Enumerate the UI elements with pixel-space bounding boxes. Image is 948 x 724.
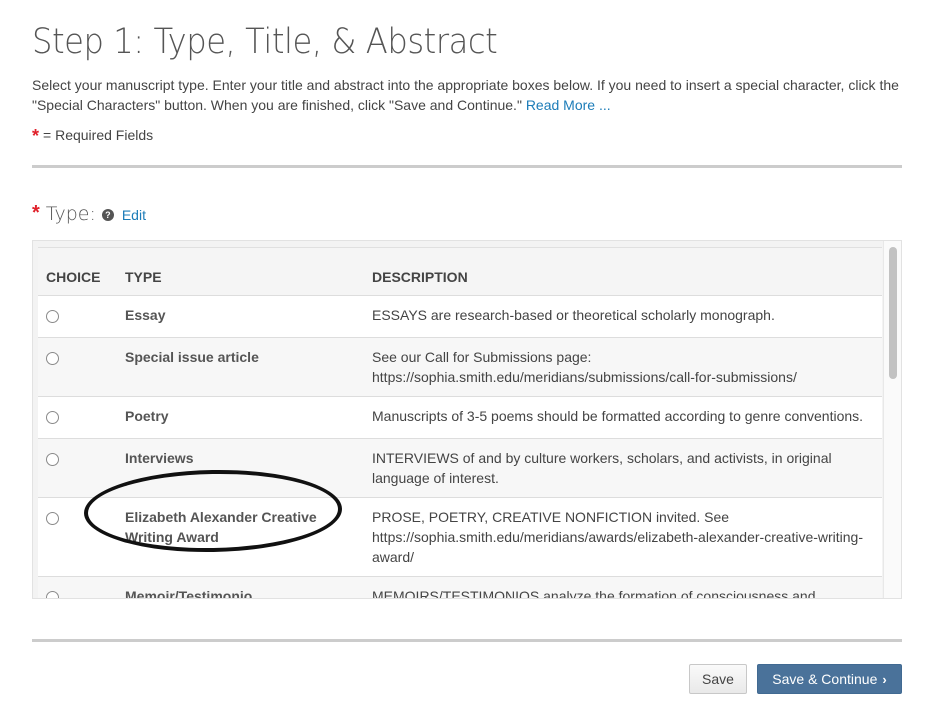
type-section-header: * Type: ? Edit	[32, 202, 146, 225]
read-more-link[interactable]: Read More ...	[526, 97, 611, 113]
choice-cell	[38, 295, 117, 338]
description-cell: INTERVIEWS of and by culture workers, sc…	[364, 438, 882, 498]
choice-cell	[38, 438, 117, 498]
divider-top	[32, 165, 902, 168]
column-header-choice: CHOICE	[38, 247, 117, 296]
choice-cell	[38, 396, 117, 439]
choice-cell	[38, 337, 117, 397]
description-cell: PROSE, POETRY, CREATIVE NONFICTION invit…	[364, 497, 882, 577]
type-cell: Poetry	[117, 396, 364, 439]
required-star-icon: *	[32, 202, 40, 224]
edit-type-link[interactable]: Edit	[122, 207, 146, 223]
save-button-label: Save	[702, 671, 734, 687]
choice-cell	[38, 576, 117, 598]
type-cell: Interviews	[117, 438, 364, 498]
type-cell: Special issue article	[117, 337, 364, 397]
table-header-row: CHOICE TYPE DESCRIPTION	[38, 247, 882, 296]
type-radio-button[interactable]	[46, 411, 59, 424]
description-cell: ESSAYS are research-based or theoretical…	[364, 295, 882, 338]
type-radio-button[interactable]	[46, 591, 59, 598]
type-cell: Elizabeth Alexander Creative Writing Awa…	[117, 497, 364, 577]
required-star-icon: *	[32, 126, 40, 146]
type-cell: Memoir/Testimonio	[117, 576, 364, 598]
save-continue-label: Save & Continue	[772, 671, 878, 687]
required-note-text: = Required Fields	[43, 127, 154, 143]
column-header-description: DESCRIPTION	[364, 247, 882, 296]
type-radio-button[interactable]	[46, 352, 59, 365]
type-cell: Essay	[117, 295, 364, 338]
divider-bottom	[32, 639, 902, 642]
manuscript-type-table: CHOICE TYPE DESCRIPTION Essay ESSAYS are…	[38, 247, 882, 598]
type-radio-button[interactable]	[46, 512, 59, 525]
scrollbar-thumb[interactable]	[889, 247, 897, 379]
column-header-type: TYPE	[117, 247, 364, 296]
description-cell: See our Call for Submissions page: https…	[364, 337, 882, 397]
description-cell: MEMOIRS/TESTIMONIOS analyze the formatio…	[364, 576, 882, 598]
choice-cell	[38, 497, 117, 577]
save-button[interactable]: Save	[689, 664, 747, 694]
table-row[interactable]: Memoir/Testimonio MEMOIRS/TESTIMONIOS an…	[38, 576, 882, 598]
description-cell: Manuscripts of 3-5 poems should be forma…	[364, 396, 882, 439]
table-scroll-area[interactable]: CHOICE TYPE DESCRIPTION Essay ESSAYS are…	[38, 247, 882, 598]
type-radio-button[interactable]	[46, 453, 59, 466]
manuscript-type-table-container: CHOICE TYPE DESCRIPTION Essay ESSAYS are…	[32, 240, 902, 599]
chevron-right-icon: ›	[882, 671, 887, 687]
table-scrollbar[interactable]	[883, 241, 901, 598]
table-row[interactable]: Essay ESSAYS are research-based or theor…	[38, 295, 882, 338]
table-row[interactable]: Special issue article See our Call for S…	[38, 337, 882, 397]
table-row[interactable]: Interviews INTERVIEWS of and by culture …	[38, 438, 882, 498]
page-title: Step 1: Type, Title, & Abstract	[32, 22, 498, 62]
table-row[interactable]: Elizabeth Alexander Creative Writing Awa…	[38, 497, 882, 577]
help-circle-icon[interactable]: ?	[101, 209, 114, 221]
save-and-continue-button[interactable]: Save & Continue ›	[757, 664, 902, 694]
instructions-text: Select your manuscript type. Enter your …	[32, 77, 899, 113]
instructions: Select your manuscript type. Enter your …	[32, 75, 912, 115]
table-row[interactable]: Poetry Manuscripts of 3-5 poems should b…	[38, 396, 882, 439]
required-fields-note: * = Required Fields	[32, 126, 153, 147]
type-radio-button[interactable]	[46, 310, 59, 323]
type-label: Type:	[45, 202, 96, 225]
